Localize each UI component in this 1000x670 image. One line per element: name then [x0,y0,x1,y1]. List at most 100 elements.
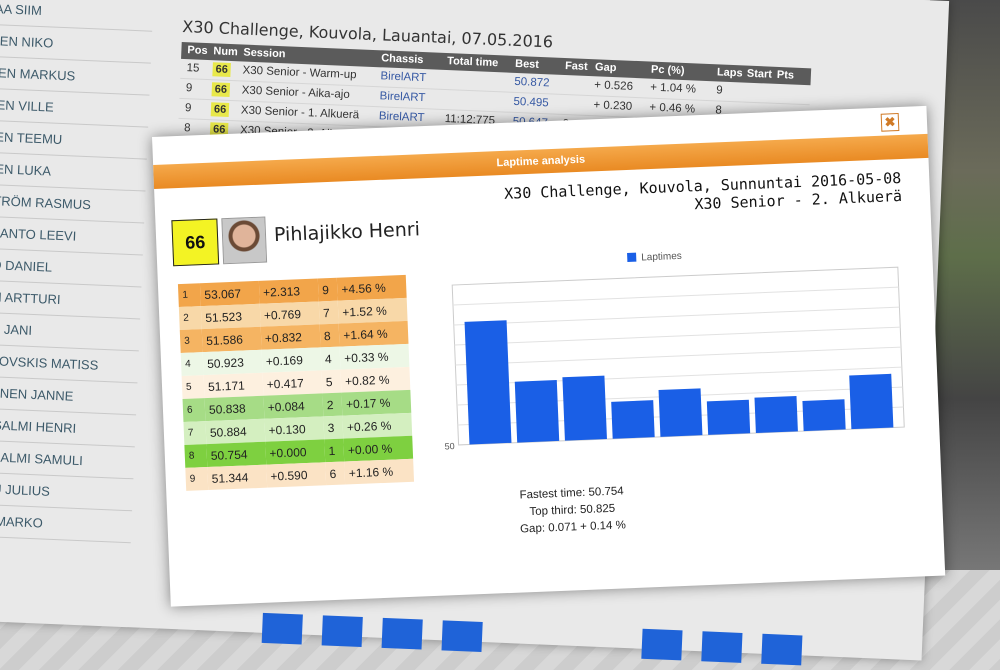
lap-lap: 8 [188,450,195,462]
driver-list-item[interactable]: MANNINEN JANNE [0,375,138,416]
lap-pct: +0.82 % [344,372,390,388]
lap-lap: 7 [187,427,194,439]
lap-rank: 3 [327,420,335,435]
cell-best: 50.872 [514,75,550,90]
lap-rank: 8 [323,328,331,343]
kart-number: 66 [212,62,232,78]
lap-pct: +1.16 % [348,464,394,480]
laptime-analysis-modal: ✖ Laptime analysis 66 Pihlajikko Henri X… [152,105,946,607]
lap-rank: 5 [325,374,333,389]
lap-pct: +0.00 % [347,441,393,457]
lap-gap: +0.769 [263,306,302,323]
legend-swatch [627,252,637,263]
lap-pct: +1.52 % [342,303,387,319]
lap-rank: 1 [328,443,336,458]
col-num: Num [213,45,239,59]
lap-gap: +0.084 [267,398,305,415]
laptime-chart: Laptimes 50 [444,251,905,452]
lap-pct: +0.33 % [343,349,389,365]
lap-rank: 9 [321,282,330,297]
lap-pct: +0.26 % [346,418,392,434]
lap-gap: +0.000 [269,444,307,461]
bg-bar [321,615,363,648]
cell-start [746,83,777,103]
lap-gap: +0.590 [270,467,308,484]
lap-time: 50.754 [210,446,248,463]
background-chart-bars [261,603,823,666]
lap-time: 53.067 [204,286,242,302]
lap-bar [464,320,512,445]
driver-list: ÄNEN JUUSOOMAA SIIMTONEN NIKOPÄNEN MARKU… [0,0,155,544]
col-fast: Fast [564,60,588,73]
lap-bar [562,375,607,441]
lap-gap: +0.169 [265,352,304,369]
bg-bar [701,631,743,663]
kart-number: 66 [210,102,230,117]
cell-pos: 15 [186,62,200,75]
lap-bar [802,399,846,432]
driver-name: Pihlajikko Henri [273,218,421,247]
lap-pct: +0.17 % [345,395,391,411]
kart-number-badge: 66 [171,218,220,267]
cell-total [445,90,514,112]
lap-rank: 7 [322,305,331,320]
bg-bar [261,612,303,645]
col-best: Best [514,57,540,71]
cell-num: 66 [210,100,242,120]
cell-fast [563,95,594,115]
driver-list-item[interactable]: MURSU JULIUS [0,471,134,512]
lap-bar [658,388,703,437]
lap-gap: +0.417 [266,375,305,392]
chart-summary: Fastest time: 50.754 Top third: 50.825 G… [496,482,648,539]
cell-gap: + 0.230 [593,99,633,113]
driver-list-item[interactable]: MERTSALMI HENRI [0,407,137,448]
cell-pos: 9 [184,102,192,115]
bg-bar [761,633,803,666]
close-icon[interactable]: ✖ [880,113,900,132]
cell-chassis: BirelART [380,70,427,85]
driver-list-item[interactable]: MURU MARKO [0,503,133,544]
lap-time: 51.344 [211,469,249,486]
cell-pos: 9 [185,82,193,95]
lap-table: 1 53.067 +2.313 9 +4.56 % 2 51.523 +0.769 7 +1.52… [177,274,415,491]
driver-list-item[interactable]: MALINOVSKIS MATISS [0,343,139,384]
cell-chassis: BirelART [379,90,426,105]
lap-rank: 2 [326,397,334,412]
lap-gap: +0.832 [264,329,303,346]
lap-pct: +4.56 % [341,280,387,297]
bg-bar [381,617,423,650]
lap-gap: +0.130 [268,421,306,438]
driver-list-item[interactable]: MALIN JANI [0,311,141,352]
driver-list-item[interactable]: MERTSALMI SAMULI [0,439,135,480]
lap-time: 50.838 [208,400,246,417]
lap-bar [706,399,751,435]
cell-gap: + 0.526 [594,79,634,93]
cell-num: 66 [211,80,242,100]
lap-lap: 1 [182,289,189,301]
lap-bar [514,380,560,443]
lap-time: 50.923 [206,355,245,371]
lap-time: 51.586 [205,332,244,348]
lap-rank: 6 [329,466,337,481]
lap-lap: 4 [184,358,191,370]
y-tick-label: 50 [444,441,454,451]
lap-bar [754,395,798,434]
lap-lap: 3 [184,335,191,347]
bg-bar [641,628,683,661]
cell-best: 50.495 [513,95,549,110]
cell-pts [776,84,807,104]
col-start: Start [746,67,773,81]
lap-gap: +2.313 [262,283,301,300]
kart-number: 66 [211,82,231,97]
bg-bar [441,620,483,653]
col-laps: Laps [716,66,743,80]
cell-total [446,70,515,92]
avatar [221,216,268,265]
lap-pct: +1.64 % [342,326,388,342]
lap-lap: 5 [185,381,192,393]
lap-bar [611,400,655,439]
race-title: X30 Challenge, Kouvola, Sunnuntai 2016-0… [504,169,902,221]
lap-lap: 6 [186,404,193,416]
lap-lap: 9 [189,473,196,485]
cell-fast [564,75,595,95]
